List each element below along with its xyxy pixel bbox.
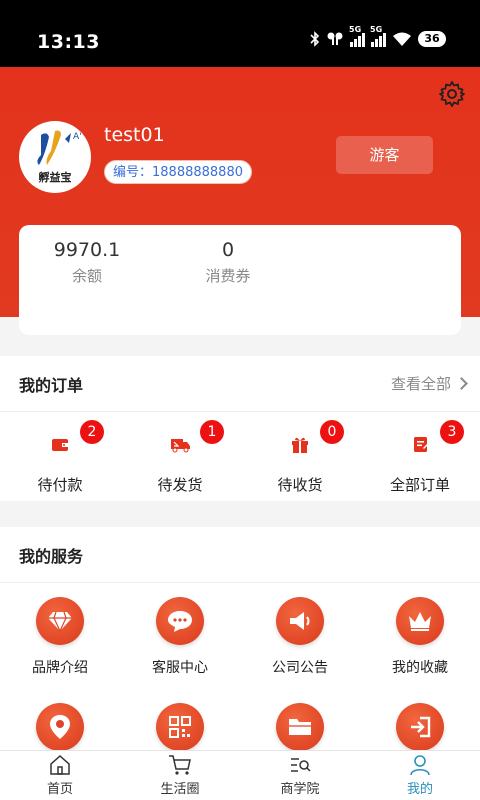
service-my-favorites[interactable]: 我的收藏	[360, 597, 480, 677]
bottom-tab-bar: 首页 生活圈 商学院 我的	[0, 750, 480, 800]
home-icon	[50, 754, 70, 775]
order-item-pending-receipt[interactable]: 0 待收货	[240, 412, 360, 500]
tab-mine[interactable]: 我的	[360, 751, 480, 800]
tab-home[interactable]: 首页	[0, 751, 120, 800]
guest-button[interactable]: 游客	[336, 136, 433, 174]
balance-value: 9970.1	[53, 239, 121, 261]
signal-icon-1: 5G	[349, 25, 365, 47]
service-folder[interactable]	[240, 703, 360, 751]
wifi-icon	[393, 32, 411, 46]
battery-icon: 36	[418, 31, 446, 47]
service-company-notice[interactable]: 公司公告	[240, 597, 360, 677]
coupon-stat[interactable]: 0 消费券	[168, 239, 288, 286]
service-label-customer-center: 客服中心	[152, 660, 208, 676]
service-label-my-favorites: 我的收藏	[392, 660, 448, 676]
view-all-label: 查看全部	[390, 375, 451, 393]
location-pin-icon	[50, 715, 70, 739]
bluetooth-icon	[310, 31, 320, 47]
orders-section: 我的订单 查看全部 2 待付款 1 待发货 0 待收货 3 全部订单	[0, 356, 480, 501]
tab-life-circle[interactable]: 生活圈	[120, 751, 240, 800]
view-all-orders-link[interactable]: 查看全部	[390, 373, 468, 394]
services-section: 我的服务 品牌介绍 客服中心 公司公告 我的收藏	[0, 527, 480, 751]
chevron-right-icon	[455, 377, 468, 390]
qr-code-icon	[169, 716, 191, 738]
wallet-card: 9970.1 余额 0 消费券	[19, 225, 461, 335]
brand-logo-icon: A' 孵益宝	[37, 130, 82, 184]
balance-label: 余额	[71, 267, 102, 285]
services-header: 我的服务	[0, 527, 480, 583]
order-item-pending-shipment[interactable]: 1 待发货	[120, 412, 240, 500]
badge-pending-shipment: 1	[200, 420, 224, 444]
earbuds-icon	[327, 32, 343, 45]
service-location[interactable]	[0, 703, 120, 751]
username: test01	[104, 124, 165, 146]
delivery-truck-icon	[171, 439, 190, 453]
network-type-2: 5G	[370, 25, 383, 34]
logo-text: 孵益宝	[39, 170, 72, 184]
megaphone-icon	[290, 612, 310, 630]
order-item-all-orders[interactable]: 3 全部订单	[360, 412, 480, 500]
status-bar: 13:13 5G 5G 36	[0, 0, 480, 67]
gear-icon[interactable]	[438, 80, 466, 108]
service-customer-center[interactable]: 客服中心	[120, 597, 240, 677]
orders-row: 2 待付款 1 待发货 0 待收货 3 全部订单	[0, 412, 480, 500]
logout-icon	[411, 716, 431, 738]
tab-label-home: 首页	[46, 782, 73, 797]
diamond-icon	[48, 611, 72, 632]
badge-pending-payment: 2	[80, 420, 104, 444]
service-brand-intro[interactable]: 品牌介绍	[0, 597, 120, 677]
service-label-brand-intro: 品牌介绍	[32, 660, 88, 676]
avatar[interactable]: A' 孵益宝	[19, 121, 91, 193]
order-label-all-orders: 全部订单	[389, 476, 450, 494]
user-icon	[410, 755, 430, 776]
gift-box-icon	[292, 437, 308, 453]
member-id: 编号：18888888880	[104, 160, 252, 184]
tab-business-school[interactable]: 商学院	[240, 751, 360, 800]
order-label-pending-receipt: 待收货	[277, 476, 323, 494]
services-title: 我的服务	[19, 546, 84, 566]
badge-pending-receipt: 0	[320, 420, 344, 444]
status-icons: 5G 5G 36	[310, 25, 446, 47]
search-list-icon	[291, 758, 311, 772]
wallet-icon	[52, 439, 68, 451]
crown-icon	[409, 612, 431, 631]
tab-label-business-school: 商学院	[280, 782, 320, 797]
service-label-company-notice: 公司公告	[272, 660, 328, 676]
chat-bubble-icon	[168, 611, 192, 632]
status-time: 13:13	[37, 31, 100, 53]
badge-all-orders: 3	[440, 420, 464, 444]
service-logout[interactable]	[360, 703, 480, 751]
coupon-value: 0	[221, 239, 235, 261]
orders-title: 我的订单	[19, 375, 84, 395]
order-label-pending-payment: 待付款	[37, 476, 83, 494]
tab-label-mine: 我的	[406, 782, 433, 797]
folder-icon	[289, 719, 311, 735]
order-list-icon	[414, 437, 428, 452]
svg-text:A': A'	[73, 132, 82, 142]
network-type-1: 5G	[349, 25, 362, 34]
cart-icon	[169, 755, 191, 775]
order-label-pending-shipment: 待发货	[157, 476, 203, 494]
balance-stat[interactable]: 9970.1 余额	[27, 239, 147, 286]
order-item-pending-payment[interactable]: 2 待付款	[0, 412, 120, 500]
signal-icon-2: 5G	[370, 25, 386, 47]
service-qr-code[interactable]	[120, 703, 240, 751]
tab-label-life-circle: 生活圈	[160, 782, 200, 797]
orders-header: 我的订单 查看全部	[0, 356, 480, 412]
coupon-label: 消费券	[205, 267, 251, 285]
